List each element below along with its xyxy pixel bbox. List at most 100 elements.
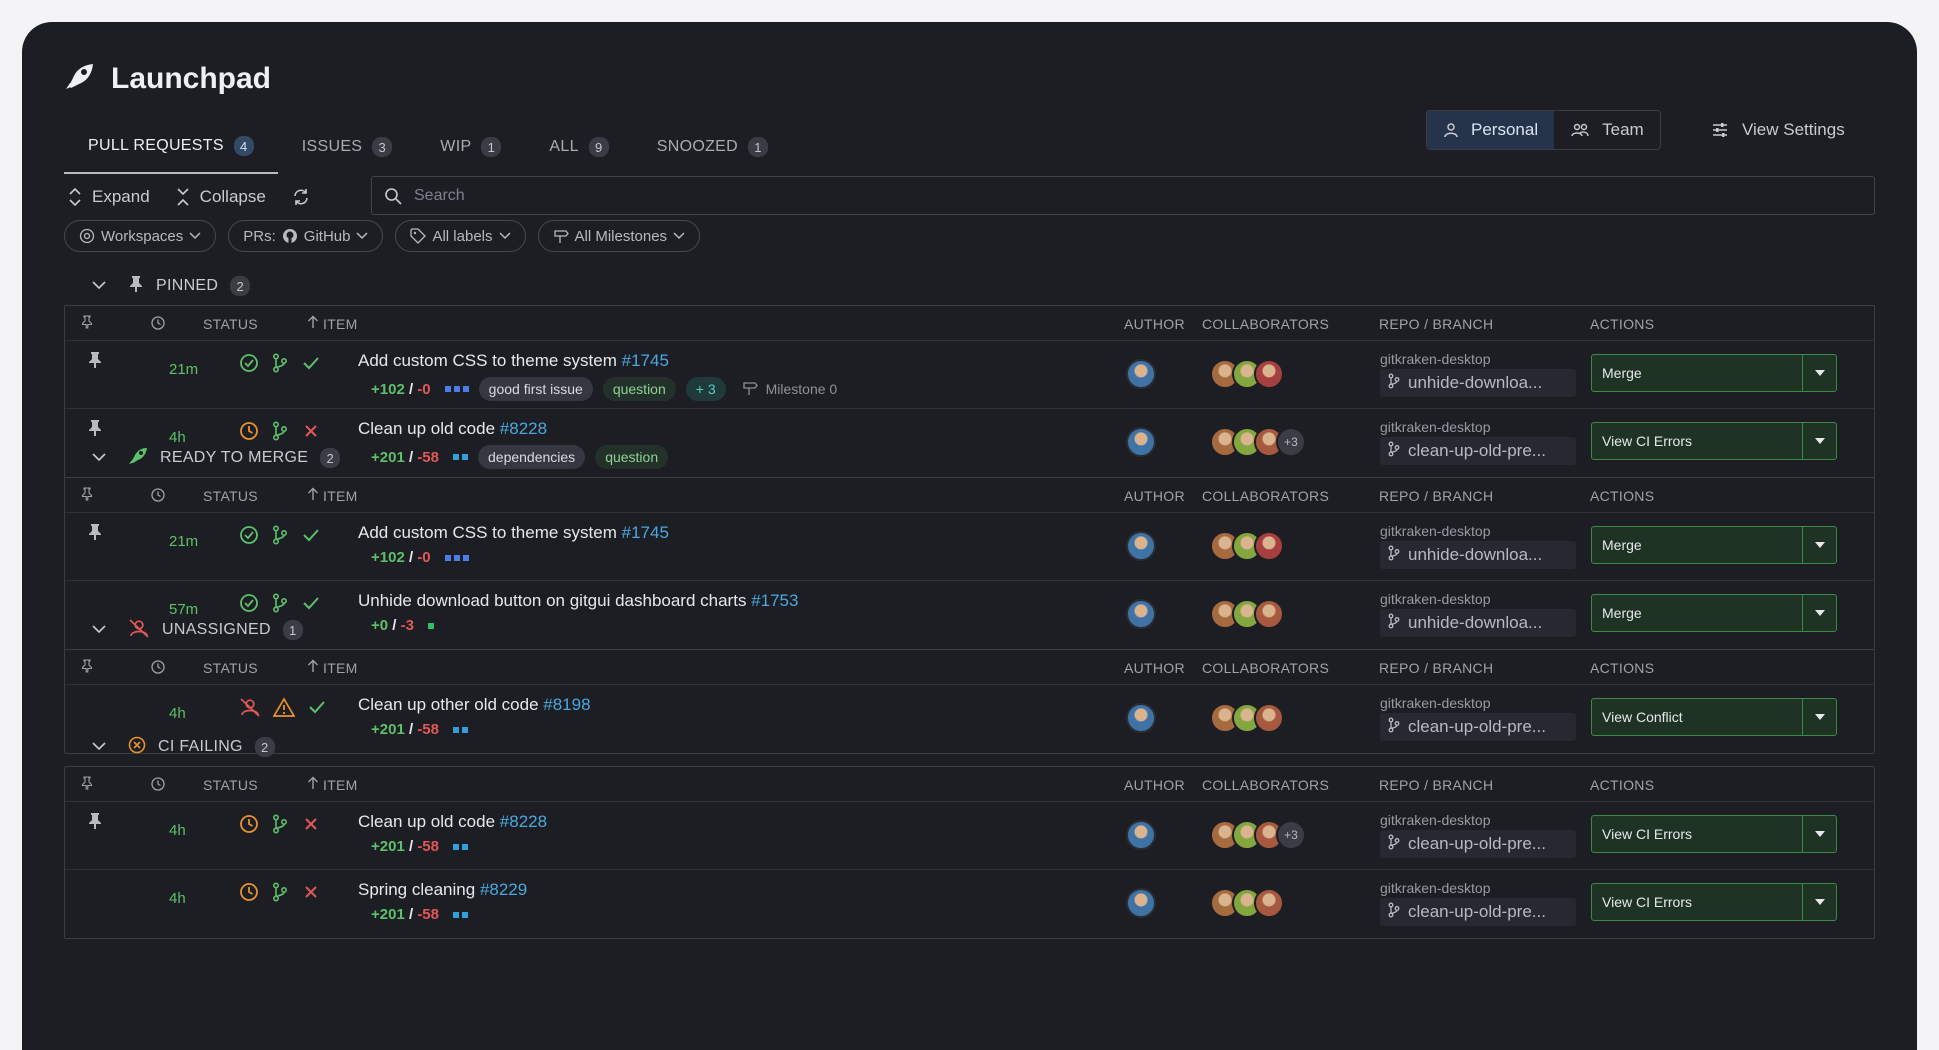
time-column-icon[interactable] [151,777,165,794]
time-column-icon[interactable] [151,488,165,505]
pin-icon[interactable] [87,812,103,835]
time-column-icon[interactable] [151,316,165,333]
sort-up-icon[interactable] [307,315,319,332]
label-tag[interactable]: good first issue [478,377,593,401]
item-title[interactable]: Clean up old code #8228 [358,419,547,439]
item-title[interactable]: Clean up old code #8228 [358,812,547,832]
item-title[interactable]: Clean up other old code #8198 [358,695,591,715]
item-number-link[interactable]: #8229 [480,880,527,899]
status-column-header[interactable]: STATUS [203,660,258,676]
team-button[interactable]: Team [1554,111,1660,149]
pin-icon[interactable] [87,523,103,546]
tab-snoozed[interactable]: SNOOZED 1 [633,120,792,174]
chevron-down-icon[interactable] [92,277,106,295]
action-dropdown-button[interactable] [1802,355,1836,391]
action-dropdown-button[interactable] [1802,884,1836,920]
tab-wip[interactable]: WIP 1 [416,120,525,174]
actions-column-header[interactable]: ACTIONS [1590,660,1654,676]
section-header[interactable]: CI FAILING 2 [64,730,1875,764]
chevron-down-icon[interactable] [92,621,106,639]
item-title[interactable]: Add custom CSS to theme system #1745 [358,351,669,371]
actions-column-header[interactable]: ACTIONS [1590,777,1654,793]
table-row[interactable]: 21m Add custom CSS to theme system #1745 +… [65,341,1874,409]
pin-icon[interactable] [87,351,103,374]
prs-provider-filter[interactable]: PRs: GitHub [228,220,384,252]
collaborators-column-header[interactable]: COLLABORATORS [1202,488,1329,504]
collaborators[interactable] [1210,703,1284,733]
tab-all[interactable]: ALL 9 [525,120,632,174]
branch-name[interactable]: clean-up-old-pre... [1380,830,1576,858]
table-row[interactable]: 21m Add custom CSS to theme system #1745 +… [65,513,1874,581]
collapse-button[interactable]: Collapse [176,187,266,207]
item-number-link[interactable]: #8228 [500,419,547,438]
item-column-header[interactable]: ITEM [323,777,358,793]
label-tag[interactable]: + 3 [685,377,726,401]
section-header[interactable]: UNASSIGNED 1 [64,613,1875,647]
pin-column-icon[interactable] [81,487,93,504]
pin-column-icon[interactable] [81,776,93,793]
pin-column-icon[interactable] [81,659,93,676]
item-title[interactable]: Unhide download button on gitgui dashboa… [358,591,798,611]
table-row[interactable]: 4h Spring cleaning #8229 +201 / -58 gitkrak… [65,870,1874,938]
status-column-header[interactable]: STATUS [203,316,258,332]
primary-action-button[interactable]: View CI Errors [1592,816,1802,852]
item-column-header[interactable]: ITEM [323,660,358,676]
collaborators-column-header[interactable]: COLLABORATORS [1202,316,1329,332]
chevron-down-icon[interactable] [92,449,106,467]
branch-name[interactable]: clean-up-old-pre... [1380,898,1576,926]
author-avatar[interactable] [1126,888,1156,923]
repo-branch-column-header[interactable]: REPO / BRANCH [1379,660,1493,676]
refresh-button[interactable] [292,188,310,206]
action-dropdown-button[interactable] [1802,527,1836,563]
author-column-header[interactable]: AUTHOR [1124,488,1185,504]
table-row[interactable]: 4h Clean up old code #8228 +201 / -58 +3 git… [65,802,1874,870]
section-header[interactable]: READY TO MERGE 2 [64,441,1875,475]
view-settings-button[interactable]: View Settings [1712,110,1845,150]
tab-issues[interactable]: ISSUES 3 [278,120,417,174]
item-title[interactable]: Add custom CSS to theme system #1745 [358,523,669,543]
branch-name[interactable]: unhide-downloa... [1380,369,1576,397]
action-dropdown-button[interactable] [1802,816,1836,852]
sort-up-icon[interactable] [307,487,319,504]
sort-up-icon[interactable] [307,659,319,676]
item-number-link[interactable]: #1745 [622,351,669,370]
repo-branch-column-header[interactable]: REPO / BRANCH [1379,488,1493,504]
expand-button[interactable]: Expand [68,187,150,207]
status-column-header[interactable]: STATUS [203,488,258,504]
item-column-header[interactable]: ITEM [323,488,358,504]
author-column-header[interactable]: AUTHOR [1124,660,1185,676]
milestones-filter[interactable]: All Milestones [537,220,701,252]
item-number-link[interactable]: #8198 [543,695,590,714]
status-column-header[interactable]: STATUS [203,777,258,793]
item-number-link[interactable]: #8228 [500,812,547,831]
actions-column-header[interactable]: ACTIONS [1590,316,1654,332]
personal-button[interactable]: Personal [1427,111,1555,149]
repo-branch-column-header[interactable]: REPO / BRANCH [1379,777,1493,793]
collaborators[interactable] [1210,888,1284,918]
author-column-header[interactable]: AUTHOR [1124,316,1185,332]
label-tag[interactable]: question [602,377,676,401]
chevron-down-icon[interactable] [92,738,106,756]
workspaces-filter[interactable]: Workspaces [64,220,217,252]
collaborators[interactable] [1210,359,1284,389]
author-avatar[interactable] [1126,531,1156,566]
author-avatar[interactable] [1126,820,1156,855]
search-input[interactable] [414,186,1814,205]
actions-column-header[interactable]: ACTIONS [1590,488,1654,504]
milestone[interactable]: Milestone 0 [742,380,837,399]
item-number-link[interactable]: #1745 [622,523,669,542]
primary-action-button[interactable]: Merge [1592,527,1802,563]
sort-up-icon[interactable] [307,776,319,793]
collaborators-column-header[interactable]: COLLABORATORS [1202,777,1329,793]
pin-icon[interactable] [87,419,103,442]
repo-branch-column-header[interactable]: REPO / BRANCH [1379,316,1493,332]
section-header[interactable]: PINNED 2 [64,269,1875,303]
time-column-icon[interactable] [151,660,165,677]
item-title[interactable]: Spring cleaning #8229 [358,880,527,900]
pin-column-icon[interactable] [81,315,93,332]
collaborators[interactable]: +3 [1210,820,1306,850]
branch-name[interactable]: unhide-downloa... [1380,541,1576,569]
primary-action-button[interactable]: View CI Errors [1592,884,1802,920]
labels-filter[interactable]: All labels [395,220,526,252]
collaborators-column-header[interactable]: COLLABORATORS [1202,660,1329,676]
